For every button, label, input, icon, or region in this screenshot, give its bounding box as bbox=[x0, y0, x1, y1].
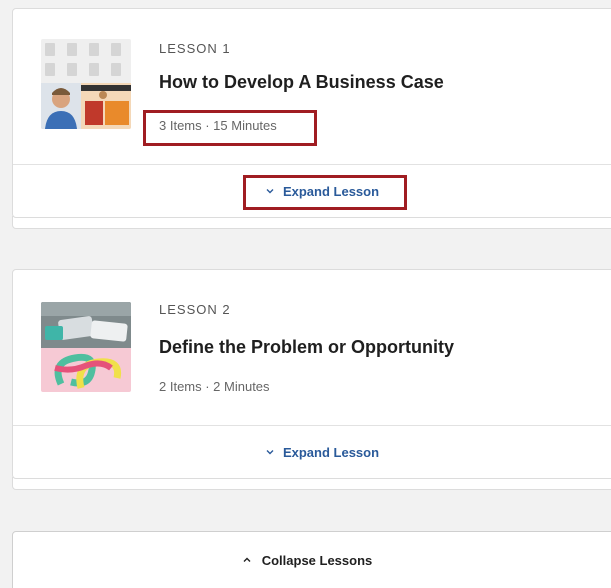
lesson-header: LESSON 2 Define the Problem or Opportuni… bbox=[13, 270, 611, 426]
lesson-number: LESSON 2 bbox=[159, 302, 231, 317]
lesson-footer: Expand Lesson bbox=[13, 426, 611, 478]
lesson-title: How to Develop A Business Case bbox=[159, 72, 444, 92]
chevron-up-icon bbox=[243, 557, 251, 562]
expand-lesson-button[interactable]: Expand Lesson bbox=[265, 445, 379, 460]
collapse-lessons-label: Collapse Lessons bbox=[261, 552, 373, 568]
lesson-card-body: LESSON 2 Define the Problem or Opportuni… bbox=[12, 269, 611, 479]
collapse-lessons-button[interactable]: Collapse Lessons bbox=[242, 552, 373, 568]
lesson-title: Define the Problem or Opportunity bbox=[159, 337, 455, 357]
lessons-page: LESSON 1 How to Develop A Business Case … bbox=[0, 0, 611, 588]
lesson-number: LESSON 1 bbox=[159, 41, 231, 56]
card-stack-edge bbox=[12, 481, 611, 490]
lesson-meta: 2 Items · 2 Minutes bbox=[159, 379, 270, 394]
highlight-box-meta bbox=[143, 110, 317, 146]
highlight-box-expand bbox=[243, 175, 407, 210]
collapse-lessons-bar: Collapse Lessons bbox=[12, 531, 611, 588]
lesson-card-2: LESSON 2 Define the Problem or Opportuni… bbox=[12, 269, 611, 490]
presenter-thumbnail-icon bbox=[41, 39, 131, 129]
expand-lesson-label: Expand Lesson bbox=[282, 444, 380, 460]
card-stack-edge bbox=[12, 220, 611, 229]
chevron-down-icon bbox=[266, 450, 274, 455]
knot-thumbnail-icon bbox=[41, 302, 131, 392]
